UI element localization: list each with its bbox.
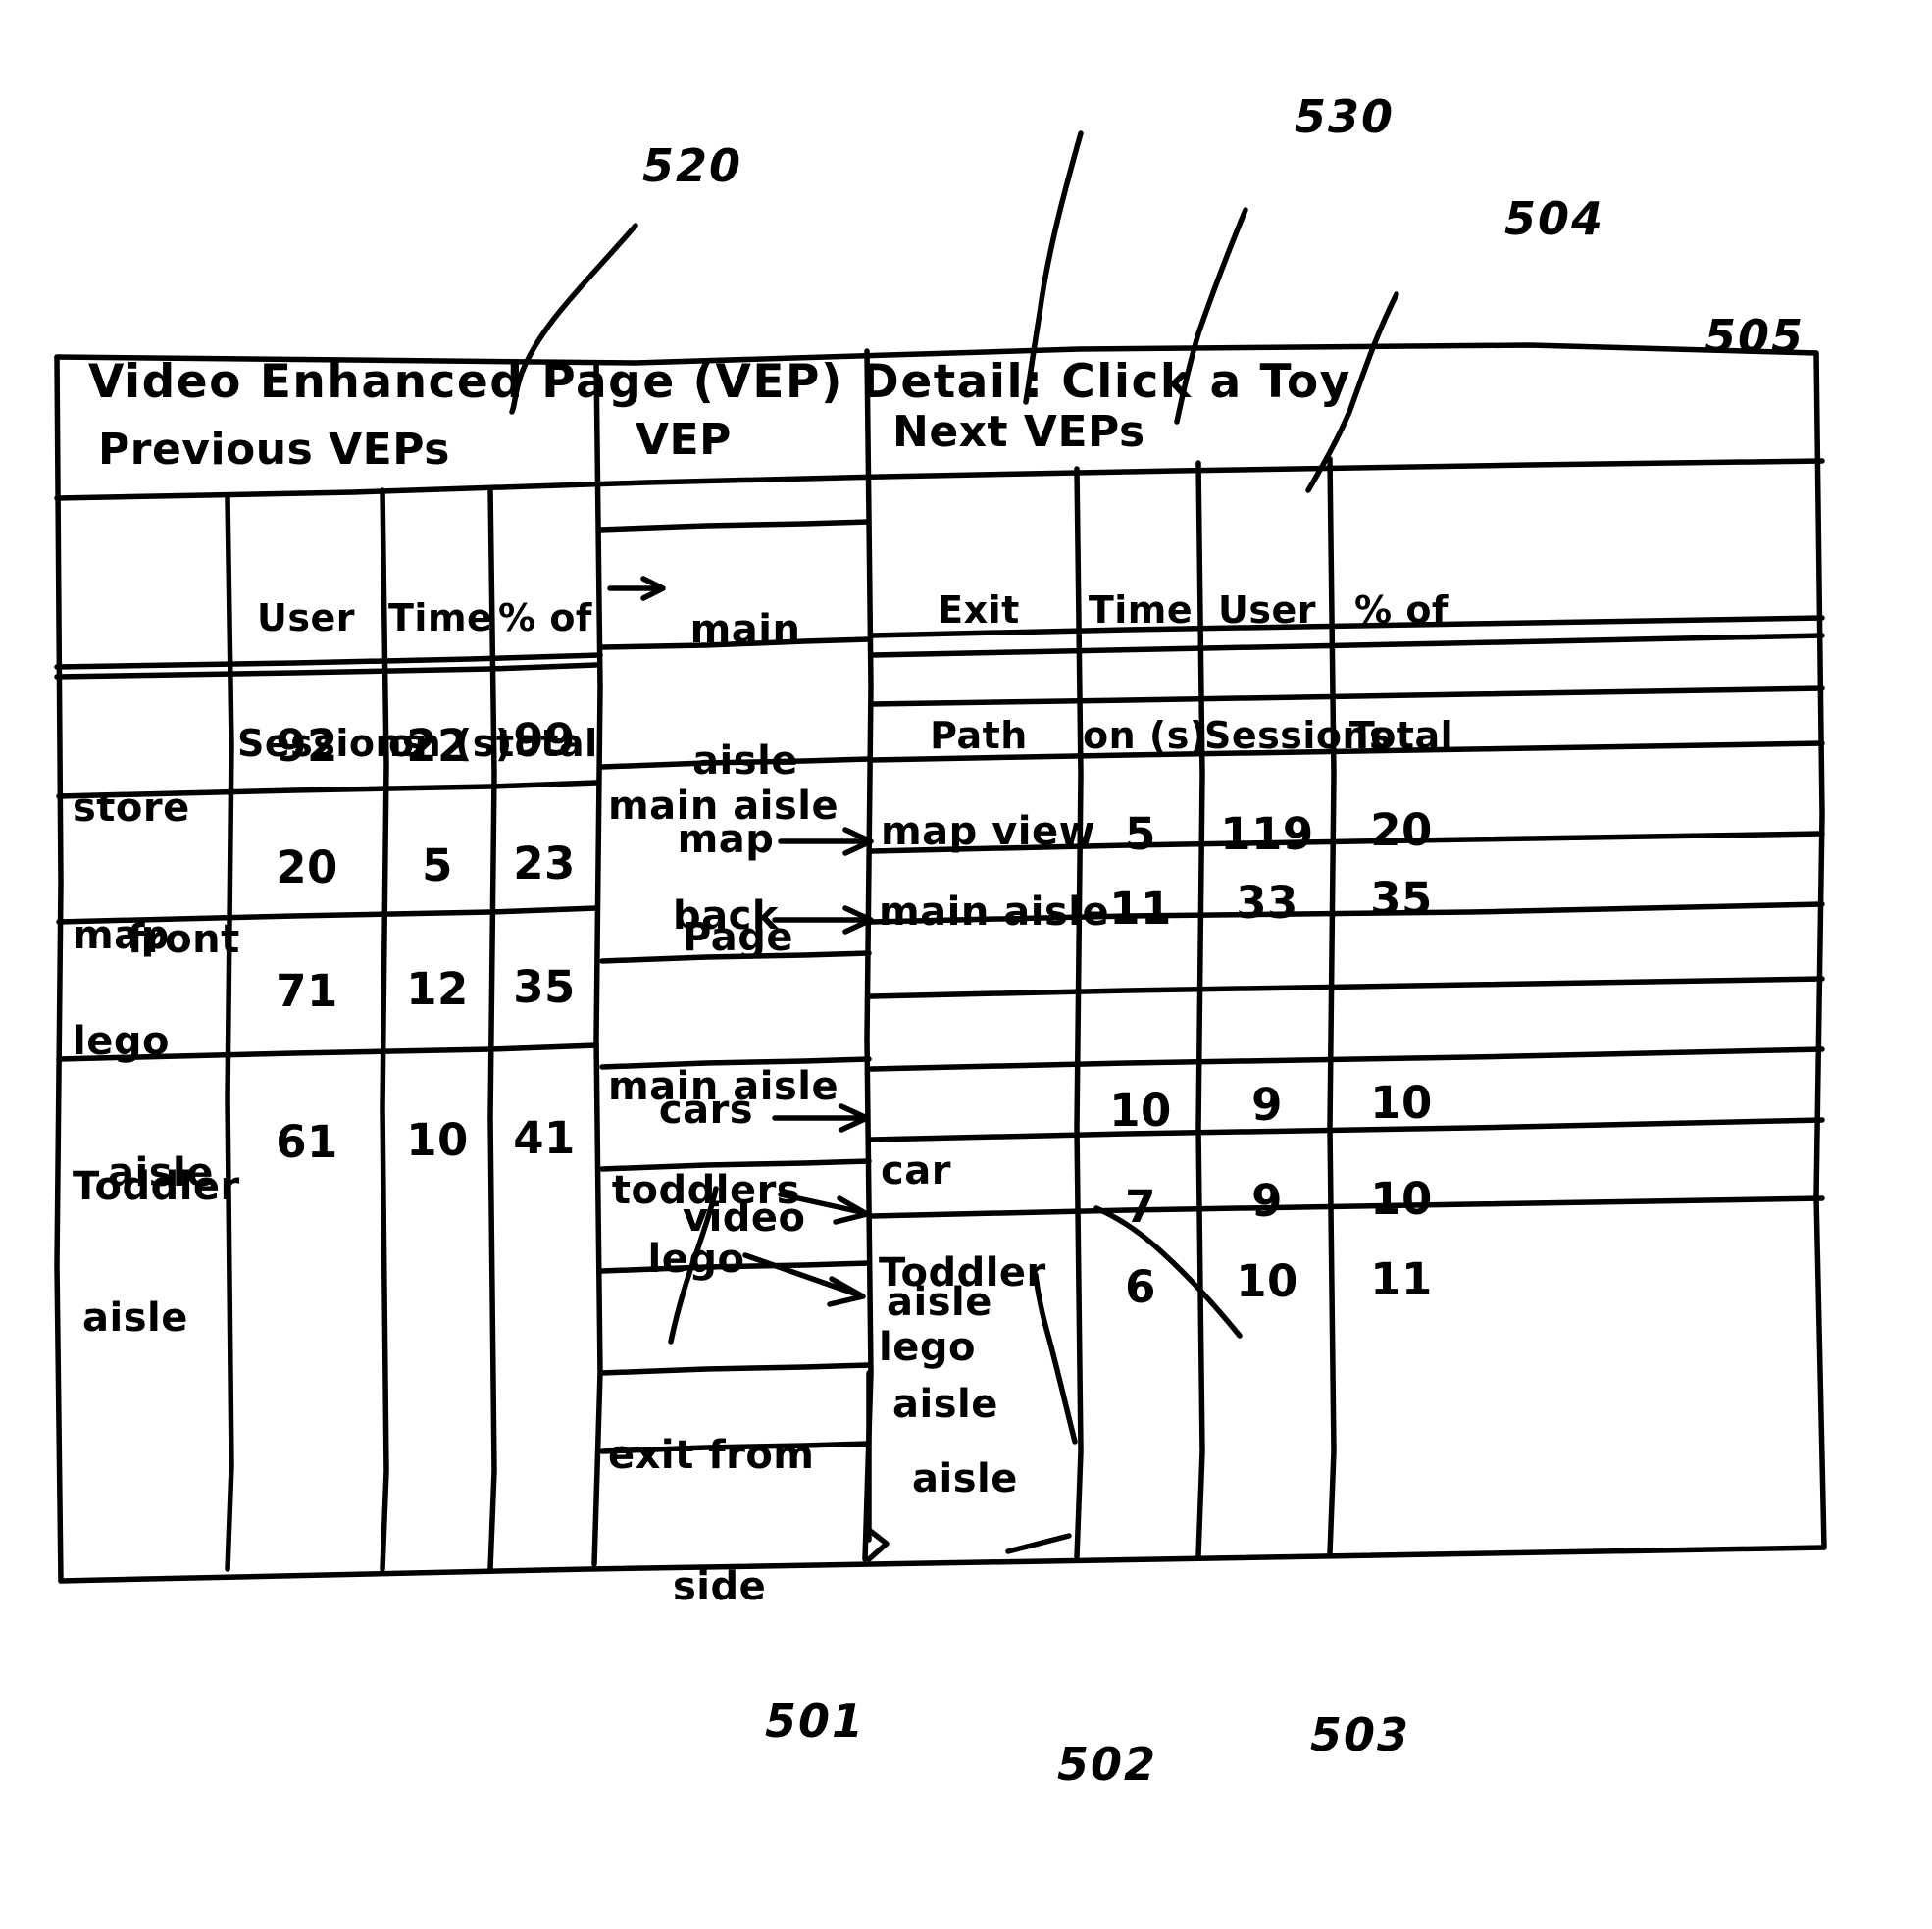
column-header-pct-of-total-next: % of Total (1338, 506, 1465, 798)
next-time-on-s: 7 (1125, 1181, 1156, 1233)
prev-page-line1: store (73, 785, 190, 831)
header-line1: % of (1354, 588, 1449, 633)
next-user-sessions: 10 (1236, 1255, 1298, 1307)
reference-numeral-530: 530 (1295, 90, 1396, 143)
reference-numeral-503: 503 (1310, 1708, 1411, 1761)
header-line1: Exit (938, 588, 1020, 633)
next-pct-of-total: 11 (1370, 1253, 1433, 1305)
header-line1: % of (498, 596, 592, 640)
vep-item-cars: cars (658, 1088, 754, 1133)
next-time-on-s: 11 (1109, 883, 1172, 935)
figure-title: Video Enhanced Page (VEP) Detail: Click … (88, 355, 1351, 409)
prev-user-sessions: 20 (276, 841, 338, 893)
next-user-sessions: 119 (1220, 808, 1314, 860)
next-pct-of-total: 10 (1370, 1077, 1433, 1129)
next-pct-of-total: 10 (1370, 1173, 1433, 1225)
column-header-time-on-s-next: Time on (s) (1083, 506, 1207, 798)
prev-pct-of-total: 99 (513, 714, 576, 766)
vep-current-page-line1: main (689, 606, 801, 652)
prev-time-on-s: 10 (406, 1114, 469, 1166)
column-header-user-sessions-next: User Sessions (1204, 506, 1393, 798)
prev-user-sessions: 92 (276, 720, 338, 772)
section-title-next-veps: Next VEPs (892, 407, 1145, 457)
next-time-on-s: 10 (1109, 1085, 1172, 1137)
next-exit-line1: lego (879, 1324, 976, 1370)
next-user-sessions: 33 (1236, 877, 1298, 929)
prev-page-line1: Toddler (73, 1163, 240, 1209)
vep-item-toddlers: toddlers (611, 1168, 801, 1213)
prev-user-sessions: 61 (276, 1116, 338, 1168)
prev-time-on-s: 12 (406, 963, 469, 1015)
prev-pct-of-total: 23 (513, 838, 576, 889)
next-exit-path: lego aisle (879, 1238, 1018, 1546)
vep-item-lego: lego (647, 1237, 745, 1282)
header-line2: Sessions (1204, 713, 1393, 757)
header-line2: Path (930, 713, 1028, 757)
prev-user-sessions: 71 (276, 965, 338, 1017)
header-line2: Total (1348, 713, 1454, 757)
reference-numeral-504: 504 (1504, 192, 1605, 245)
vep-item-line1: exit from (608, 1432, 815, 1478)
header-line1: User (1218, 588, 1316, 633)
next-time-on-s: 5 (1125, 808, 1156, 860)
vep-item-exit-from-side: exit from side (608, 1345, 814, 1653)
header-line1: Time (1088, 588, 1194, 633)
reference-numeral-505: 505 (1704, 310, 1805, 363)
vep-item-line2: side (673, 1563, 767, 1609)
header-line2: on (s) (1083, 713, 1207, 757)
vep-item-back: back (673, 893, 779, 939)
next-pct-of-total: 35 (1370, 873, 1433, 925)
table-row-prev-page: Toddler aisle (73, 1077, 240, 1385)
prev-pct-of-total: 41 (513, 1112, 576, 1164)
prev-pct-of-total: 35 (513, 961, 576, 1013)
column-header-exit-path: Exit Path (883, 506, 1075, 798)
reference-numeral-502: 502 (1057, 1738, 1158, 1791)
header-line1: User (257, 596, 355, 640)
next-user-sessions: 9 (1251, 1175, 1283, 1227)
reference-numeral-520: 520 (642, 139, 743, 192)
next-time-on-s: 6 (1125, 1261, 1156, 1313)
section-title-vep: VEP (636, 415, 732, 465)
next-exit-line2: aisle (912, 1455, 1018, 1501)
section-title-previous-veps: Previous VEPs (98, 425, 450, 475)
prev-time-on-s: 5 (422, 839, 453, 891)
next-pct-of-total: 20 (1370, 804, 1433, 856)
next-exit-path: main aisle (879, 889, 1110, 935)
prev-page-line1: lego (73, 1018, 170, 1064)
vep-item-map: map (677, 817, 775, 862)
prev-page-line2: aisle (82, 1294, 188, 1341)
reference-numeral-501: 501 (765, 1695, 866, 1748)
prev-time-on-s: 22 (406, 720, 469, 772)
next-exit-path: map view (881, 809, 1096, 854)
next-user-sessions: 9 (1251, 1079, 1283, 1131)
header-line1: Time (388, 596, 493, 640)
